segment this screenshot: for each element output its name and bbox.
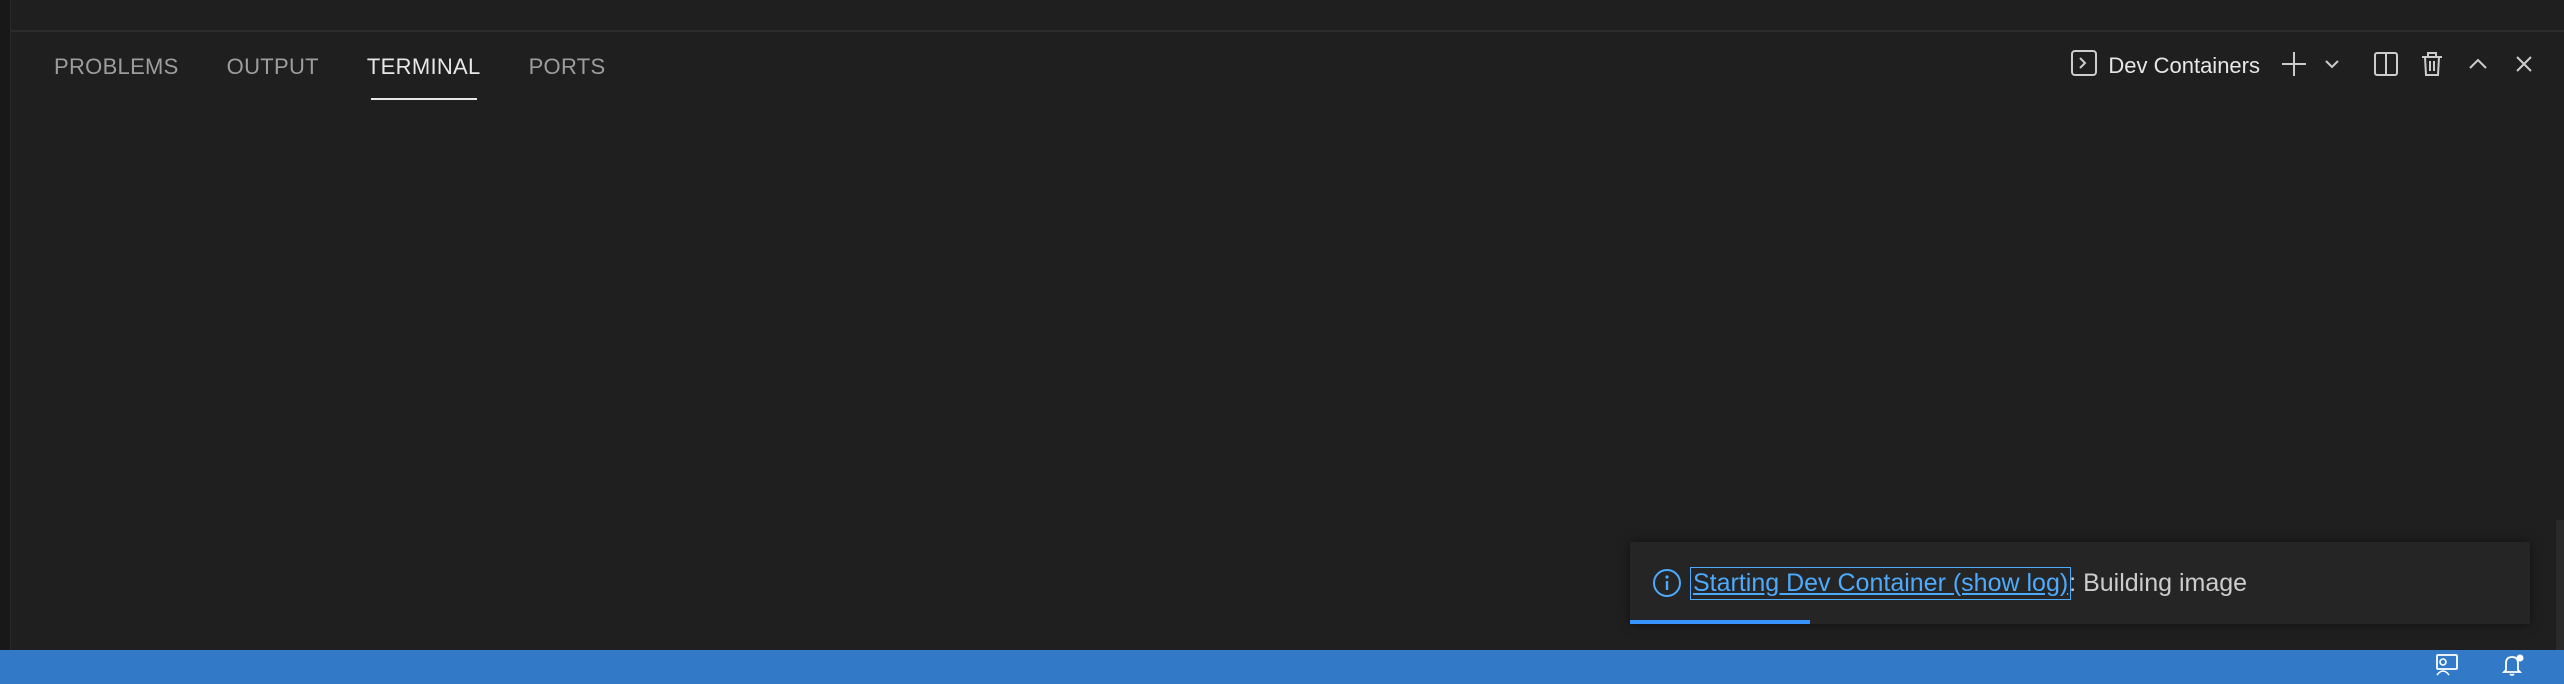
split-icon bbox=[2372, 50, 2400, 83]
terminal-selector[interactable]: Dev Containers bbox=[2062, 46, 2268, 86]
terminal-profiles-dropdown[interactable] bbox=[2320, 46, 2344, 86]
trash-icon bbox=[2418, 50, 2446, 83]
bell-notification-icon bbox=[2500, 652, 2526, 683]
plus-icon bbox=[2280, 50, 2308, 83]
notification-message: : Building image bbox=[2069, 568, 2248, 597]
maximize-panel-button[interactable] bbox=[2458, 46, 2498, 86]
terminal-icon bbox=[2070, 49, 2098, 83]
vscode-panel-window: PROBLEMS OUTPUT TERMINAL PORTS Dev Conta… bbox=[0, 0, 2564, 684]
tab-output[interactable]: OUTPUT bbox=[203, 32, 343, 102]
panel-toolbar: Dev Containers bbox=[2062, 44, 2544, 88]
split-terminal-button[interactable] bbox=[2366, 46, 2406, 86]
remote-explorer-icon bbox=[2434, 652, 2460, 683]
info-icon bbox=[1650, 566, 1684, 600]
terminal-name: Dev Containers bbox=[2108, 53, 2260, 78]
chevron-down-icon bbox=[2323, 55, 2341, 78]
new-terminal-button[interactable] bbox=[2274, 46, 2314, 86]
kill-terminal-button[interactable] bbox=[2412, 46, 2452, 86]
panel-tabs: PROBLEMS OUTPUT TERMINAL PORTS bbox=[30, 32, 629, 102]
notification-toast: Starting Dev Container (show log) : Buil… bbox=[1630, 542, 2530, 624]
tab-problems[interactable]: PROBLEMS bbox=[30, 32, 203, 102]
tab-terminal[interactable]: TERMINAL bbox=[343, 32, 505, 102]
chevron-up-icon bbox=[2466, 52, 2490, 81]
show-log-link[interactable]: Starting Dev Container (show log) bbox=[1689, 566, 2072, 600]
notification-progress-bar bbox=[1630, 620, 1810, 624]
scrollbar[interactable] bbox=[2556, 520, 2564, 650]
remote-explorer-button[interactable] bbox=[2432, 652, 2462, 682]
status-bar bbox=[0, 650, 2564, 684]
status-bar-right-items bbox=[2432, 650, 2528, 684]
close-icon bbox=[2512, 52, 2536, 81]
close-panel-button[interactable] bbox=[2504, 46, 2544, 86]
notifications-button[interactable] bbox=[2498, 652, 2528, 682]
tab-ports[interactable]: PORTS bbox=[505, 32, 630, 102]
